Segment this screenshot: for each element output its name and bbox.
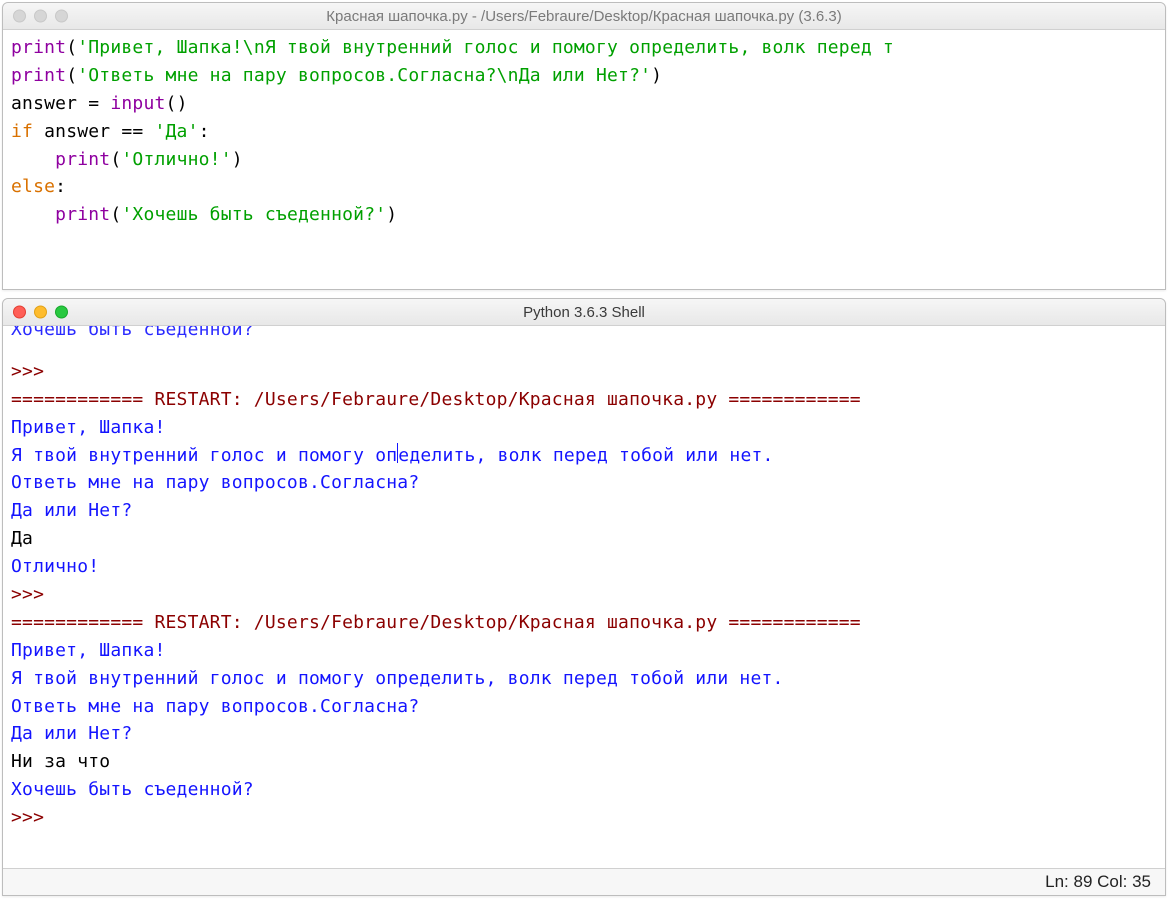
zoom-icon[interactable]	[55, 306, 68, 319]
code-token: input	[110, 93, 165, 114]
code-token: ()	[166, 93, 188, 114]
shell-titlebar[interactable]: Python 3.6.3 Shell	[3, 299, 1165, 326]
shell-line: еделить, волк перед тобой или нет.	[398, 445, 773, 466]
code-token	[11, 149, 55, 170]
code-token: :	[55, 176, 66, 197]
code-token: 'Хочешь быть съеденной?'	[121, 204, 386, 225]
shell-prompt: >>>	[11, 584, 55, 605]
code-token: (	[110, 149, 121, 170]
editor-traffic-lights	[3, 10, 68, 23]
shell-line: Да или Нет?	[11, 500, 132, 521]
shell-line: Хочешь быть съеденной?	[11, 326, 254, 340]
code-token: else	[11, 176, 55, 197]
code-token: print	[11, 37, 66, 58]
editor-window[interactable]: Красная шапочка.py - /Users/Febraure/Des…	[2, 2, 1166, 290]
shell-line: Привет, Шапка!	[11, 417, 166, 438]
shell-restart: ============ RESTART: /Users/Febraure/De…	[11, 389, 861, 410]
shell-line: Хочешь быть съеденной?	[11, 779, 254, 800]
shell-prompt: >>>	[11, 361, 55, 382]
shell-line: Ответь мне на пару вопросов.Согласна?	[11, 472, 419, 493]
shell-prompt: >>>	[11, 807, 55, 828]
shell-statusbar: Ln: 89 Col: 35	[3, 868, 1165, 895]
shell-window[interactable]: Python 3.6.3 Shell Хочешь быть съеденной…	[2, 298, 1166, 896]
code-token: )	[386, 204, 397, 225]
code-token: 'Привет, Шапка!\nЯ твой внутренний голос…	[77, 37, 894, 58]
cursor-position: Ln: 89 Col: 35	[1045, 872, 1151, 892]
shell-output-area[interactable]: Хочешь быть съеденной? >>> ============ …	[3, 326, 1165, 868]
minimize-icon[interactable]	[34, 10, 47, 23]
code-token: (	[110, 204, 121, 225]
shell-traffic-lights	[3, 306, 68, 319]
shell-line: Привет, Шапка!	[11, 640, 166, 661]
code-token: 'Ответь мне на пару вопросов.Согласна?\n…	[77, 65, 651, 86]
editor-code-area[interactable]: print('Привет, Шапка!\nЯ твой внутренний…	[3, 30, 1165, 233]
code-token: (	[66, 65, 77, 86]
code-token: answer =	[11, 93, 110, 114]
code-token: )	[232, 149, 243, 170]
shell-user-input: Да	[11, 528, 33, 549]
code-token: 'Да'	[154, 121, 198, 142]
editor-title: Красная шапочка.py - /Users/Febraure/Des…	[326, 8, 841, 25]
code-token: answer ==	[33, 121, 154, 142]
code-token: print	[11, 65, 66, 86]
shell-restart: ============ RESTART: /Users/Febraure/De…	[11, 612, 861, 633]
shell-line: Ответь мне на пару вопросов.Согласна?	[11, 696, 419, 717]
shell-line: Я твой внутренний голос и помогу оп	[11, 445, 397, 466]
code-token	[11, 204, 55, 225]
shell-line: Отлично!	[11, 556, 99, 577]
code-token: (	[66, 37, 77, 58]
code-token: if	[11, 121, 33, 142]
zoom-icon[interactable]	[55, 10, 68, 23]
code-token: 'Отлично!'	[121, 149, 231, 170]
code-token: :	[199, 121, 210, 142]
shell-line: Я твой внутренний голос и помогу определ…	[11, 668, 784, 689]
editor-titlebar[interactable]: Красная шапочка.py - /Users/Febraure/Des…	[3, 3, 1165, 30]
shell-line: Да или Нет?	[11, 723, 132, 744]
close-icon[interactable]	[13, 10, 26, 23]
shell-user-input: Ни за что	[11, 751, 110, 772]
code-token: )	[651, 65, 662, 86]
minimize-icon[interactable]	[34, 306, 47, 319]
shell-title: Python 3.6.3 Shell	[523, 304, 645, 321]
code-token: print	[55, 149, 110, 170]
code-token: print	[55, 204, 110, 225]
close-icon[interactable]	[13, 306, 26, 319]
